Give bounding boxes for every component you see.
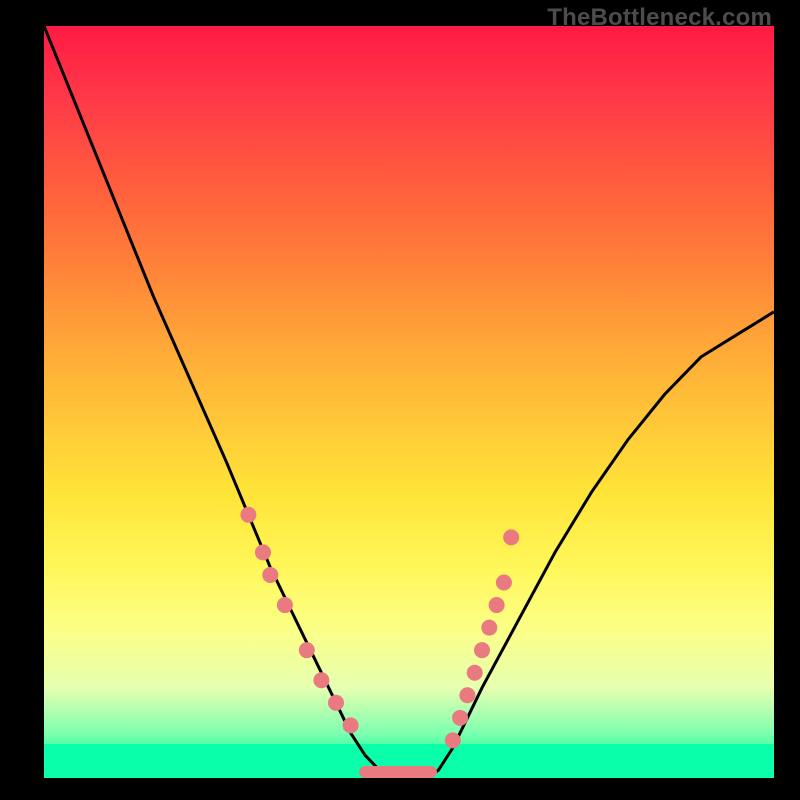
marker-dot [474, 642, 490, 658]
plot-area [44, 26, 774, 778]
marker-dot [445, 732, 461, 748]
marker-dot [299, 642, 315, 658]
marker-dot [467, 665, 483, 681]
marker-dot [343, 717, 359, 733]
marker-dot [489, 597, 505, 613]
marker-dot [496, 574, 512, 590]
watermark-text: TheBottleneck.com [547, 4, 772, 32]
chart-container: TheBottleneck.com [0, 0, 800, 800]
marker-dot [262, 567, 278, 583]
marker-dot [240, 507, 256, 523]
marker-dot [255, 544, 271, 560]
bottleneck-curve [44, 26, 774, 778]
marker-dot [459, 687, 475, 703]
marker-dot [481, 620, 497, 636]
marker-dot [313, 672, 329, 688]
marker-dot [328, 695, 344, 711]
marker-dot [503, 529, 519, 545]
marker-dot [452, 710, 468, 726]
marker-dot [277, 597, 293, 613]
curve-svg [44, 26, 774, 778]
